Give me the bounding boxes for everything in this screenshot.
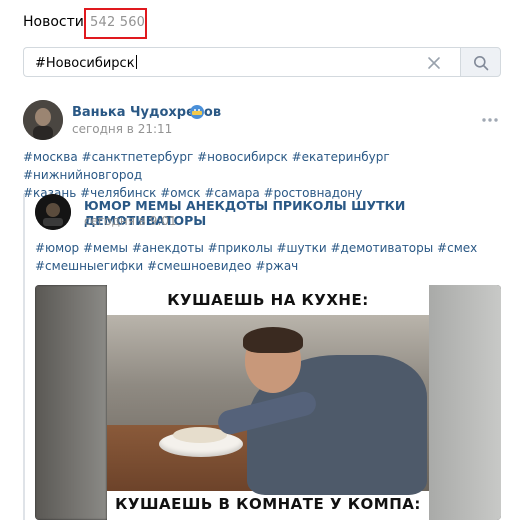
- repost-avatar[interactable]: [35, 194, 71, 230]
- meme-person-hair: [243, 327, 303, 353]
- search-value: #Новосибирск: [35, 56, 135, 71]
- avatar-photo: [23, 100, 63, 140]
- repost-divider: [23, 194, 25, 520]
- post-hashtags: #москва #санктпетербург #новосибирск #ек…: [23, 148, 493, 202]
- emoji-icon: [190, 105, 204, 119]
- search-input[interactable]: #Новосибирск: [23, 47, 460, 77]
- close-icon[interactable]: [426, 55, 442, 71]
- meme-photo: [107, 315, 429, 495]
- text-caret: [135, 55, 137, 69]
- repost-avatar-image: [35, 194, 71, 230]
- meme-image: КУШАЕШЬ НА КУХНЕ: КУШАЕШЬ В КОМНАТЕ У КО…: [107, 285, 429, 520]
- meme-food: [173, 427, 227, 443]
- hashtag-line[interactable]: #юмор #мемы #анекдоты #приколы #шутки #д…: [35, 239, 495, 257]
- post-media[interactable]: КУШАЕШЬ НА КУХНЕ: КУШАЕШЬ В КОМНАТЕ У КО…: [35, 285, 501, 520]
- results-count: 542 560: [90, 15, 146, 30]
- repost-hashtags: #юмор #мемы #анекдоты #приколы #шутки #д…: [35, 239, 495, 275]
- repost-timestamp[interactable]: сегодня в 9:01: [84, 214, 177, 228]
- search-button[interactable]: [460, 47, 501, 77]
- hashtag-line[interactable]: #смешныегифки #смешноевидео #ржач: [35, 257, 495, 275]
- media-backdrop-right: [429, 285, 501, 520]
- search-icon: [474, 56, 489, 71]
- post-timestamp[interactable]: сегодня в 21:11: [72, 122, 172, 136]
- more-icon[interactable]: [481, 117, 499, 123]
- search-bar: #Новосибирск: [23, 47, 501, 77]
- hashtag-line[interactable]: #москва #санктпетербург #новосибирск #ек…: [23, 148, 493, 184]
- feed-header: Новости 542 560: [0, 0, 518, 48]
- meme-caption-top: КУШАЕШЬ НА КУХНЕ:: [167, 291, 369, 309]
- avatar[interactable]: [23, 100, 63, 140]
- media-backdrop-left: [35, 285, 107, 520]
- meme-caption-bottom: КУШАЕШЬ В КОМНАТЕ У КОМПА:: [115, 495, 421, 513]
- page-title: Новости: [23, 14, 84, 30]
